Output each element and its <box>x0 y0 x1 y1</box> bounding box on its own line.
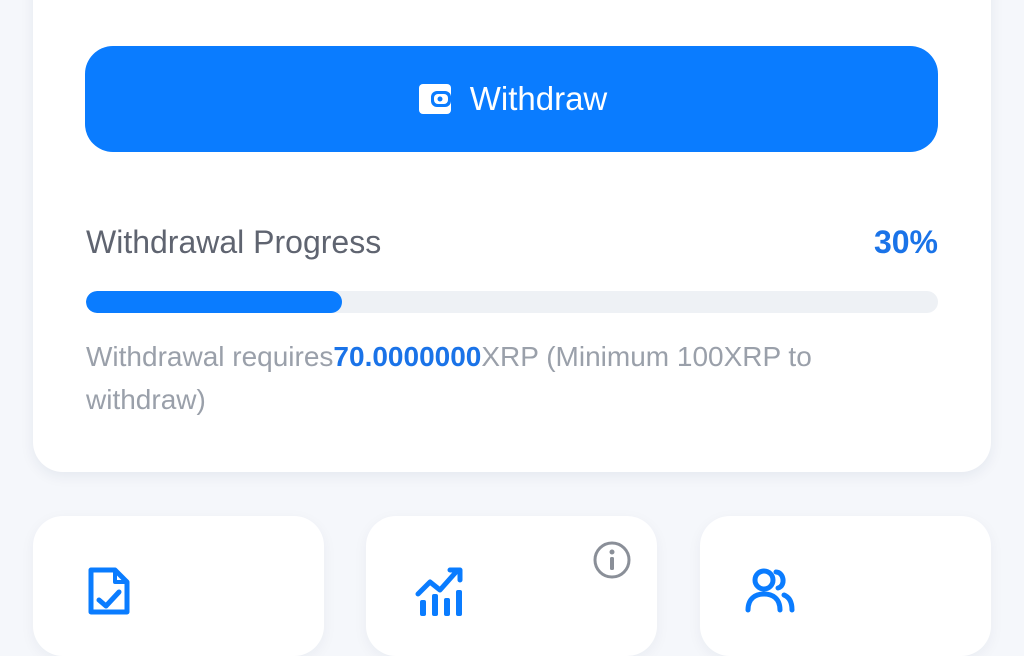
progress-bar-fill <box>86 291 342 313</box>
requirement-amount: 70.0000000 <box>333 341 482 372</box>
progress-label: Withdrawal Progress <box>86 224 382 260</box>
withdraw-button-label: Withdraw <box>469 80 608 117</box>
tile-team[interactable] <box>700 516 991 656</box>
info-icon[interactable] <box>592 540 632 580</box>
progress-bar <box>86 291 938 313</box>
chart-growth-icon <box>414 564 466 616</box>
progress-percent: 30% <box>873 224 938 260</box>
requirement-prefix: Withdrawal requires <box>86 341 334 372</box>
withdraw-button[interactable]: Withdraw <box>85 46 938 152</box>
tile-tasks[interactable] <box>33 516 324 656</box>
tile-earnings[interactable] <box>366 516 657 656</box>
users-icon <box>744 564 796 616</box>
document-check-icon <box>83 564 135 616</box>
wallet-icon <box>416 79 456 119</box>
withdrawal-requirement-text: Withdrawal requires70.0000000XRP (Minimu… <box>86 335 938 421</box>
